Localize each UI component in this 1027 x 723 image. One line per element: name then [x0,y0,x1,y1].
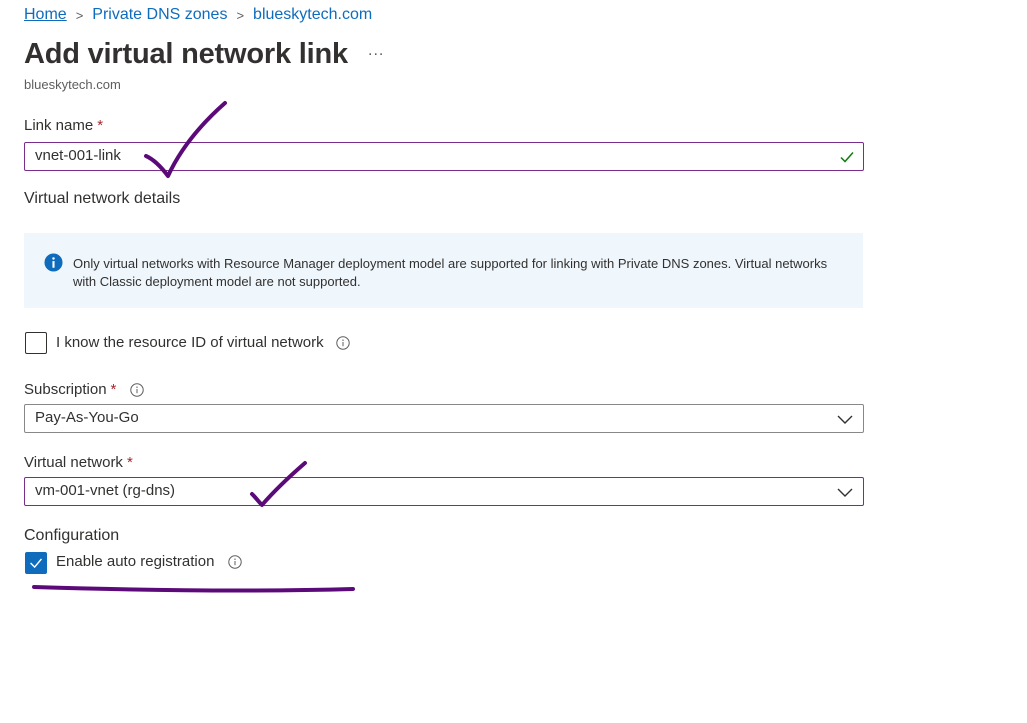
page: Home > Private DNS zones > blueskytech.c… [0,0,1027,723]
required-marker: * [110,381,117,398]
checkmark-icon [30,558,43,569]
virtual-network-label: Virtual network * [24,454,133,471]
required-marker: * [126,454,133,471]
link-name-label-text: Link name [24,117,94,134]
info-tooltip-icon[interactable] [130,382,145,397]
required-marker: * [97,117,104,134]
link-name-value: vnet-001-link [35,147,121,164]
info-tooltip-icon[interactable] [228,554,243,569]
annotation-overlay [32,101,355,593]
link-name-input[interactable]: vnet-001-link [24,142,864,171]
resource-id-label-text: I know the resource ID of virtual networ… [56,334,324,351]
chevron-down-icon [837,415,853,424]
auto-registration-label: Enable auto registration [56,553,243,570]
link-name-label: Link name * [24,117,103,134]
more-options-button[interactable]: ... [368,42,384,60]
valid-check-icon [840,152,854,163]
auto-registration-checkbox[interactable] [25,552,47,574]
configuration-heading: Configuration [24,527,120,544]
breadcrumb-private-dns-zones[interactable]: Private DNS zones [92,6,227,24]
info-icon [44,253,63,272]
virtual-network-label-text: Virtual network [24,454,123,471]
info-tooltip-icon[interactable] [335,335,350,350]
virtual-network-dropdown[interactable]: vm-001-vnet (rg-dns) [24,477,864,506]
subscription-label: Subscription * [24,381,145,398]
subscription-label-text: Subscription [24,381,107,398]
breadcrumb: Home > Private DNS zones > blueskytech.c… [24,6,372,24]
annotation-underline [32,585,355,593]
resource-id-checkbox-label: I know the resource ID of virtual networ… [56,334,350,351]
page-subtitle: blueskytech.com [24,77,121,92]
auto-registration-label-text: Enable auto registration [56,553,215,570]
info-message-bar: Only virtual networks with Resource Mana… [24,233,863,308]
breadcrumb-zone[interactable]: blueskytech.com [253,6,372,24]
breadcrumb-separator: > [236,7,245,23]
page-title: Add virtual network link [24,38,348,70]
info-message-text: Only virtual networks with Resource Mana… [73,256,828,289]
virtual-network-details-heading: Virtual network details [24,190,181,207]
breadcrumb-separator: > [75,7,84,23]
virtual-network-value: vm-001-vnet (rg-dns) [35,482,176,499]
breadcrumb-home[interactable]: Home [24,6,67,24]
subscription-value: Pay-As-You-Go [35,409,139,426]
chevron-down-icon [837,488,853,497]
subscription-dropdown[interactable]: Pay-As-You-Go [24,404,864,433]
resource-id-checkbox[interactable] [25,332,47,354]
